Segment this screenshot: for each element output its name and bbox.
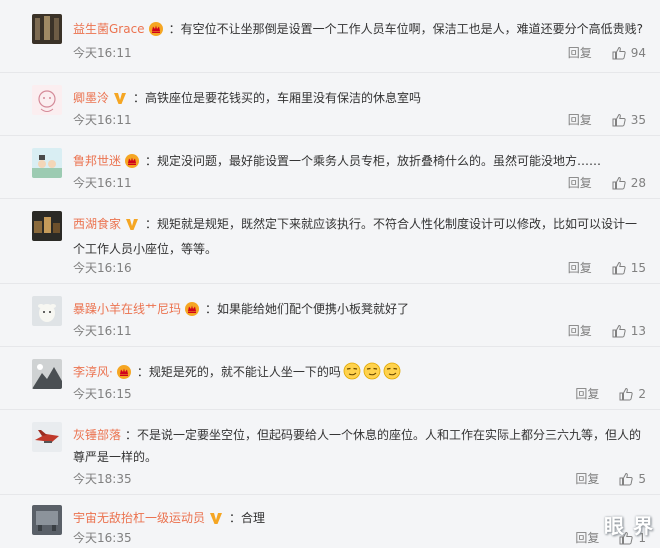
reply-button[interactable]: 回复: [568, 111, 592, 128]
like-button[interactable]: 28: [612, 176, 646, 190]
comment-text: 高铁座位是要花钱买的，车厢里没有保洁的休息室吗: [145, 91, 422, 105]
comment-time: 今天16:16: [73, 261, 132, 275]
reply-button[interactable]: 回复: [575, 385, 599, 402]
username-link[interactable]: 灰锤部落: [73, 428, 121, 442]
vip-v-icon: [125, 216, 139, 238]
like-button[interactable]: 2: [619, 387, 646, 401]
comment-text-line: 益生菌Grace ：有空位不让坐那倒是设置一个工作人员车位啊，保洁工也是人，难道还…: [73, 18, 646, 43]
like-count: 94: [630, 45, 646, 60]
comment-time: 今天16:11: [73, 324, 132, 338]
reply-button[interactable]: 回复: [568, 259, 592, 276]
comment-text: 如果能给她们配个便携小板凳就好了: [217, 302, 410, 316]
thumbs-up-icon: [612, 324, 626, 337]
comment-time: 今天16:11: [73, 46, 132, 60]
thumbs-up-icon: [612, 176, 626, 189]
like-count: 28: [630, 175, 646, 190]
username-link[interactable]: 卿墨泠: [73, 91, 109, 105]
comment-text: 规矩就是规矩，既然定下来就应该执行。不符合人性化制度设计可以修改，比如可以设计一…: [73, 217, 638, 256]
smirk-emoji-icon: [363, 362, 381, 387]
watermark: 眼 界: [604, 514, 654, 538]
comment-item: 西湖食家 ：规矩就是规矩，既然定下来就应该执行。不符合人性化制度设计可以修改，比如…: [0, 199, 660, 284]
comment-item: 宇宙无敌抬杠一级运动员 ：合理 今天16:35 回复 1: [0, 495, 660, 548]
comment-time: 今天16:11: [73, 176, 132, 190]
reply-button[interactable]: 回复: [575, 529, 599, 546]
reply-button[interactable]: 回复: [568, 44, 592, 61]
comment-text-line: 李淳风· ：规矩是死的，就不能让人坐一下的吗: [73, 361, 646, 387]
like-button[interactable]: 13: [612, 324, 646, 338]
comment-time: 今天16:11: [73, 113, 132, 127]
comment-time: 今天16:35: [73, 531, 132, 545]
thumbs-up-icon: [619, 387, 634, 400]
avatar[interactable]: [32, 505, 62, 535]
comment-text: 规矩是死的，就不能让人坐一下的吗: [148, 365, 341, 379]
comment-item: 灰锤部落 ：不是说一定要坐空位，但起码要给人一个休息的座位。人和工作在实际上都分三…: [0, 410, 660, 495]
crown-icon: [125, 153, 140, 175]
comment-item: 卿墨泠 ：高铁座位是要花钱买的，车厢里没有保洁的休息室吗 今天16:11 回复 3…: [0, 73, 660, 136]
comment-text-line: 暴躁小羊在线艹尼玛 ：如果能给她们配个便携小板凳就好了: [73, 298, 646, 323]
comment-item: 益生菌Grace ：有空位不让坐那倒是设置一个工作人员车位啊，保洁工也是人，难道还…: [0, 0, 660, 73]
reply-button[interactable]: 回复: [568, 322, 592, 339]
comment-text-line: 西湖食家 ：规矩就是规矩，既然定下来就应该执行。不符合人性化制度设计可以修改，比如…: [73, 216, 638, 256]
like-button[interactable]: 5: [619, 472, 646, 486]
like-count: 35: [630, 112, 646, 127]
thumbs-up-icon: [612, 113, 626, 126]
username-link[interactable]: 暴躁小羊在线艹尼玛: [73, 302, 181, 316]
avatar[interactable]: [32, 422, 62, 452]
comment-time: 今天18:35: [73, 472, 132, 486]
avatar[interactable]: [32, 359, 62, 389]
thumbs-up-icon: [619, 472, 634, 485]
reply-button[interactable]: 回复: [568, 174, 592, 191]
comment-time: 今天16:15: [73, 387, 132, 401]
like-button[interactable]: 35: [612, 113, 646, 127]
reply-button[interactable]: 回复: [575, 470, 599, 487]
username-link[interactable]: 益生菌Grace: [73, 22, 145, 36]
smirk-emoji-icon: [383, 362, 401, 387]
username-link[interactable]: 鲁邦世迷: [73, 154, 121, 168]
crown-icon: [185, 301, 200, 323]
comment-text: 合理: [241, 511, 266, 525]
comment-item: 鲁邦世迷 ：规定没问题，最好能设置一个乘务人员专柜，放折叠椅什么的。虽然可能没地方…: [0, 136, 660, 199]
comment-text-line: 鲁邦世迷 ：规定没问题，最好能设置一个乘务人员专柜，放折叠椅什么的。虽然可能没地方…: [73, 150, 646, 175]
username-link[interactable]: 西湖食家: [73, 217, 121, 231]
vip-v-icon: [113, 90, 127, 112]
like-count: 13: [630, 323, 646, 338]
username-link[interactable]: 李淳风·: [73, 365, 113, 379]
smirk-emoji-icon: [343, 362, 361, 387]
thumbs-up-icon: [612, 261, 626, 274]
like-button[interactable]: 15: [612, 261, 646, 275]
comment-text: 有空位不让坐那倒是设置一个工作人员车位啊，保洁工也是人，难道还要分个高低贵贱?: [180, 22, 643, 36]
like-count: 15: [630, 260, 646, 275]
thumbs-up-icon: [612, 46, 626, 59]
comment-text: 不是说一定要坐空位，但起码要给人一个休息的座位。人和工作在实际上都分三六九等，但…: [73, 428, 642, 464]
comment-text-line: 宇宙无敌抬杠一级运动员 ：合理: [73, 507, 646, 532]
comment-list: 益生菌Grace ：有空位不让坐那倒是设置一个工作人员车位啊，保洁工也是人，难道还…: [0, 0, 660, 545]
comment-item: 暴躁小羊在线艹尼玛 ：如果能给她们配个便携小板凳就好了 今天16:11 回复 13: [0, 284, 660, 347]
avatar[interactable]: [32, 85, 62, 115]
comment-text-line: 卿墨泠 ：高铁座位是要花钱买的，车厢里没有保洁的休息室吗: [73, 87, 646, 112]
avatar[interactable]: [32, 148, 62, 178]
avatar[interactable]: [32, 14, 62, 44]
comment-text: 规定没问题，最好能设置一个乘务人员专柜，放折叠椅什么的。虽然可能没地方……: [157, 154, 602, 168]
crown-icon: [116, 364, 131, 386]
avatar[interactable]: [32, 296, 62, 326]
crown-icon: [148, 21, 163, 43]
like-count: 2: [638, 386, 646, 401]
comment-text-line: 灰锤部落 ：不是说一定要坐空位，但起码要给人一个休息的座位。人和工作在实际上都分三…: [73, 428, 642, 464]
username-link[interactable]: 宇宙无敌抬杠一级运动员: [73, 511, 205, 525]
vip-v-icon: [209, 510, 223, 532]
avatar[interactable]: [32, 211, 62, 241]
comment-item: 李淳风· ：规矩是死的，就不能让人坐一下的吗 今天16:15 回复 2: [0, 347, 660, 410]
like-count: 5: [638, 471, 646, 486]
like-button[interactable]: 94: [612, 46, 646, 60]
